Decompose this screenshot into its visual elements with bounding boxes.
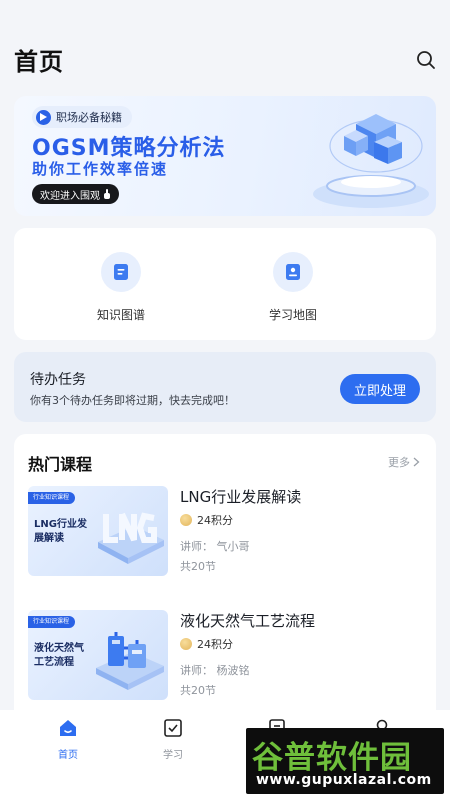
- course-points: 24积分: [180, 636, 233, 652]
- coin-icon: [180, 638, 192, 650]
- thumb-title: LNG行业发展解读: [34, 519, 87, 544]
- page-title: 首页: [14, 48, 64, 76]
- course-teacher: 讲师： 气小哥: [180, 540, 250, 553]
- more-link[interactable]: 更多: [388, 454, 420, 470]
- more-label: 更多: [388, 456, 410, 469]
- thumb-tag: 行业知识课程: [28, 616, 76, 628]
- quick-icon-wrap: [101, 252, 141, 292]
- quick-label: 学习地图: [268, 308, 317, 322]
- checkbox-icon: [164, 719, 182, 737]
- badge-icon: [286, 264, 300, 280]
- course-item[interactable]: 行业知识课程 液化天然气工艺流程 液化天然气工艺流程 24积分 讲师： 杨波铭 …: [28, 610, 422, 702]
- quick-item-knowledge-graph[interactable]: 知识图谱: [66, 252, 176, 323]
- tab-label: 学习: [163, 750, 183, 761]
- quick-entries: 知识图谱 学习地图: [14, 228, 436, 340]
- todo-title: 待办任务: [30, 372, 86, 388]
- thumb-tag: 行业知识课程: [28, 492, 76, 504]
- section-title: 热门课程: [28, 455, 93, 474]
- document-icon: [114, 264, 128, 280]
- banner-cta-button[interactable]: 欢迎进入围观: [32, 184, 119, 204]
- points-label: 24积分: [197, 514, 233, 527]
- banner-tag: 职场必备秘籍: [32, 106, 132, 128]
- course-thumbnail: 行业知识课程 LNG行业发展解读: [28, 486, 168, 576]
- tab-home[interactable]: 首页: [38, 718, 98, 761]
- hand-pointer-icon: [104, 189, 110, 199]
- thumb-title: 液化天然气工艺流程: [34, 643, 84, 668]
- course-lessons: 共20节: [180, 684, 216, 697]
- quick-label: 知识图谱: [96, 308, 145, 322]
- course-lessons: 共20节: [180, 560, 216, 573]
- watermark-logo: 谷普软件园 www.gupuxlazal.com: [246, 728, 444, 794]
- banner-subtitle: 助你工作效率倍速: [32, 160, 169, 178]
- course-item[interactable]: 行业知识课程 LNG行业发展解读 LNG行业发展解读 24积分 讲师： 气小哥 …: [28, 486, 422, 578]
- points-label: 24积分: [197, 638, 233, 651]
- search-icon: [417, 51, 435, 69]
- play-icon: [36, 109, 51, 125]
- coin-icon: [180, 514, 192, 526]
- promo-banner[interactable]: 职场必备秘籍 OGSM策略分析法 助你工作效率倍速 欢迎进入围观: [14, 96, 436, 216]
- banner-cta-label: 欢迎进入围观: [40, 190, 100, 202]
- todo-description: 你有3个待办任务即将过期，快去完成吧！: [30, 394, 235, 407]
- tab-study[interactable]: 学习: [143, 718, 203, 761]
- course-name: LNG行业发展解读: [180, 488, 302, 506]
- handle-now-button[interactable]: 立即处理: [340, 374, 420, 404]
- tab-label: 首页: [58, 750, 78, 761]
- course-thumbnail: 行业知识课程 液化天然气工艺流程: [28, 610, 168, 700]
- cube-illustration: [313, 114, 429, 208]
- quick-icon-wrap: [273, 252, 313, 292]
- chevron-right-icon: [413, 457, 420, 467]
- banner-tag-label: 职场必备秘籍: [56, 111, 122, 124]
- watermark-title: 谷普软件园: [252, 740, 412, 776]
- quick-item-learning-map[interactable]: 学习地图: [238, 252, 348, 323]
- pipeline-illustration: [96, 632, 164, 690]
- todo-card: 待办任务 你有3个待办任务即将过期，快去完成吧！ 立即处理: [14, 352, 436, 422]
- lng-illustration: [98, 512, 164, 564]
- home-icon: [60, 720, 76, 736]
- search-button[interactable]: [416, 50, 436, 70]
- hot-courses-section: 热门课程 更多 行业知识课程 LNG行业发展解读 LNG行业发展解读 24积分 …: [14, 434, 436, 710]
- course-points: 24积分: [180, 512, 233, 528]
- header: 首页: [0, 0, 450, 90]
- watermark-url: www.gupuxlazal.com: [256, 772, 432, 788]
- course-name: 液化天然气工艺流程: [180, 612, 316, 630]
- course-teacher: 讲师： 杨波铭: [180, 664, 250, 677]
